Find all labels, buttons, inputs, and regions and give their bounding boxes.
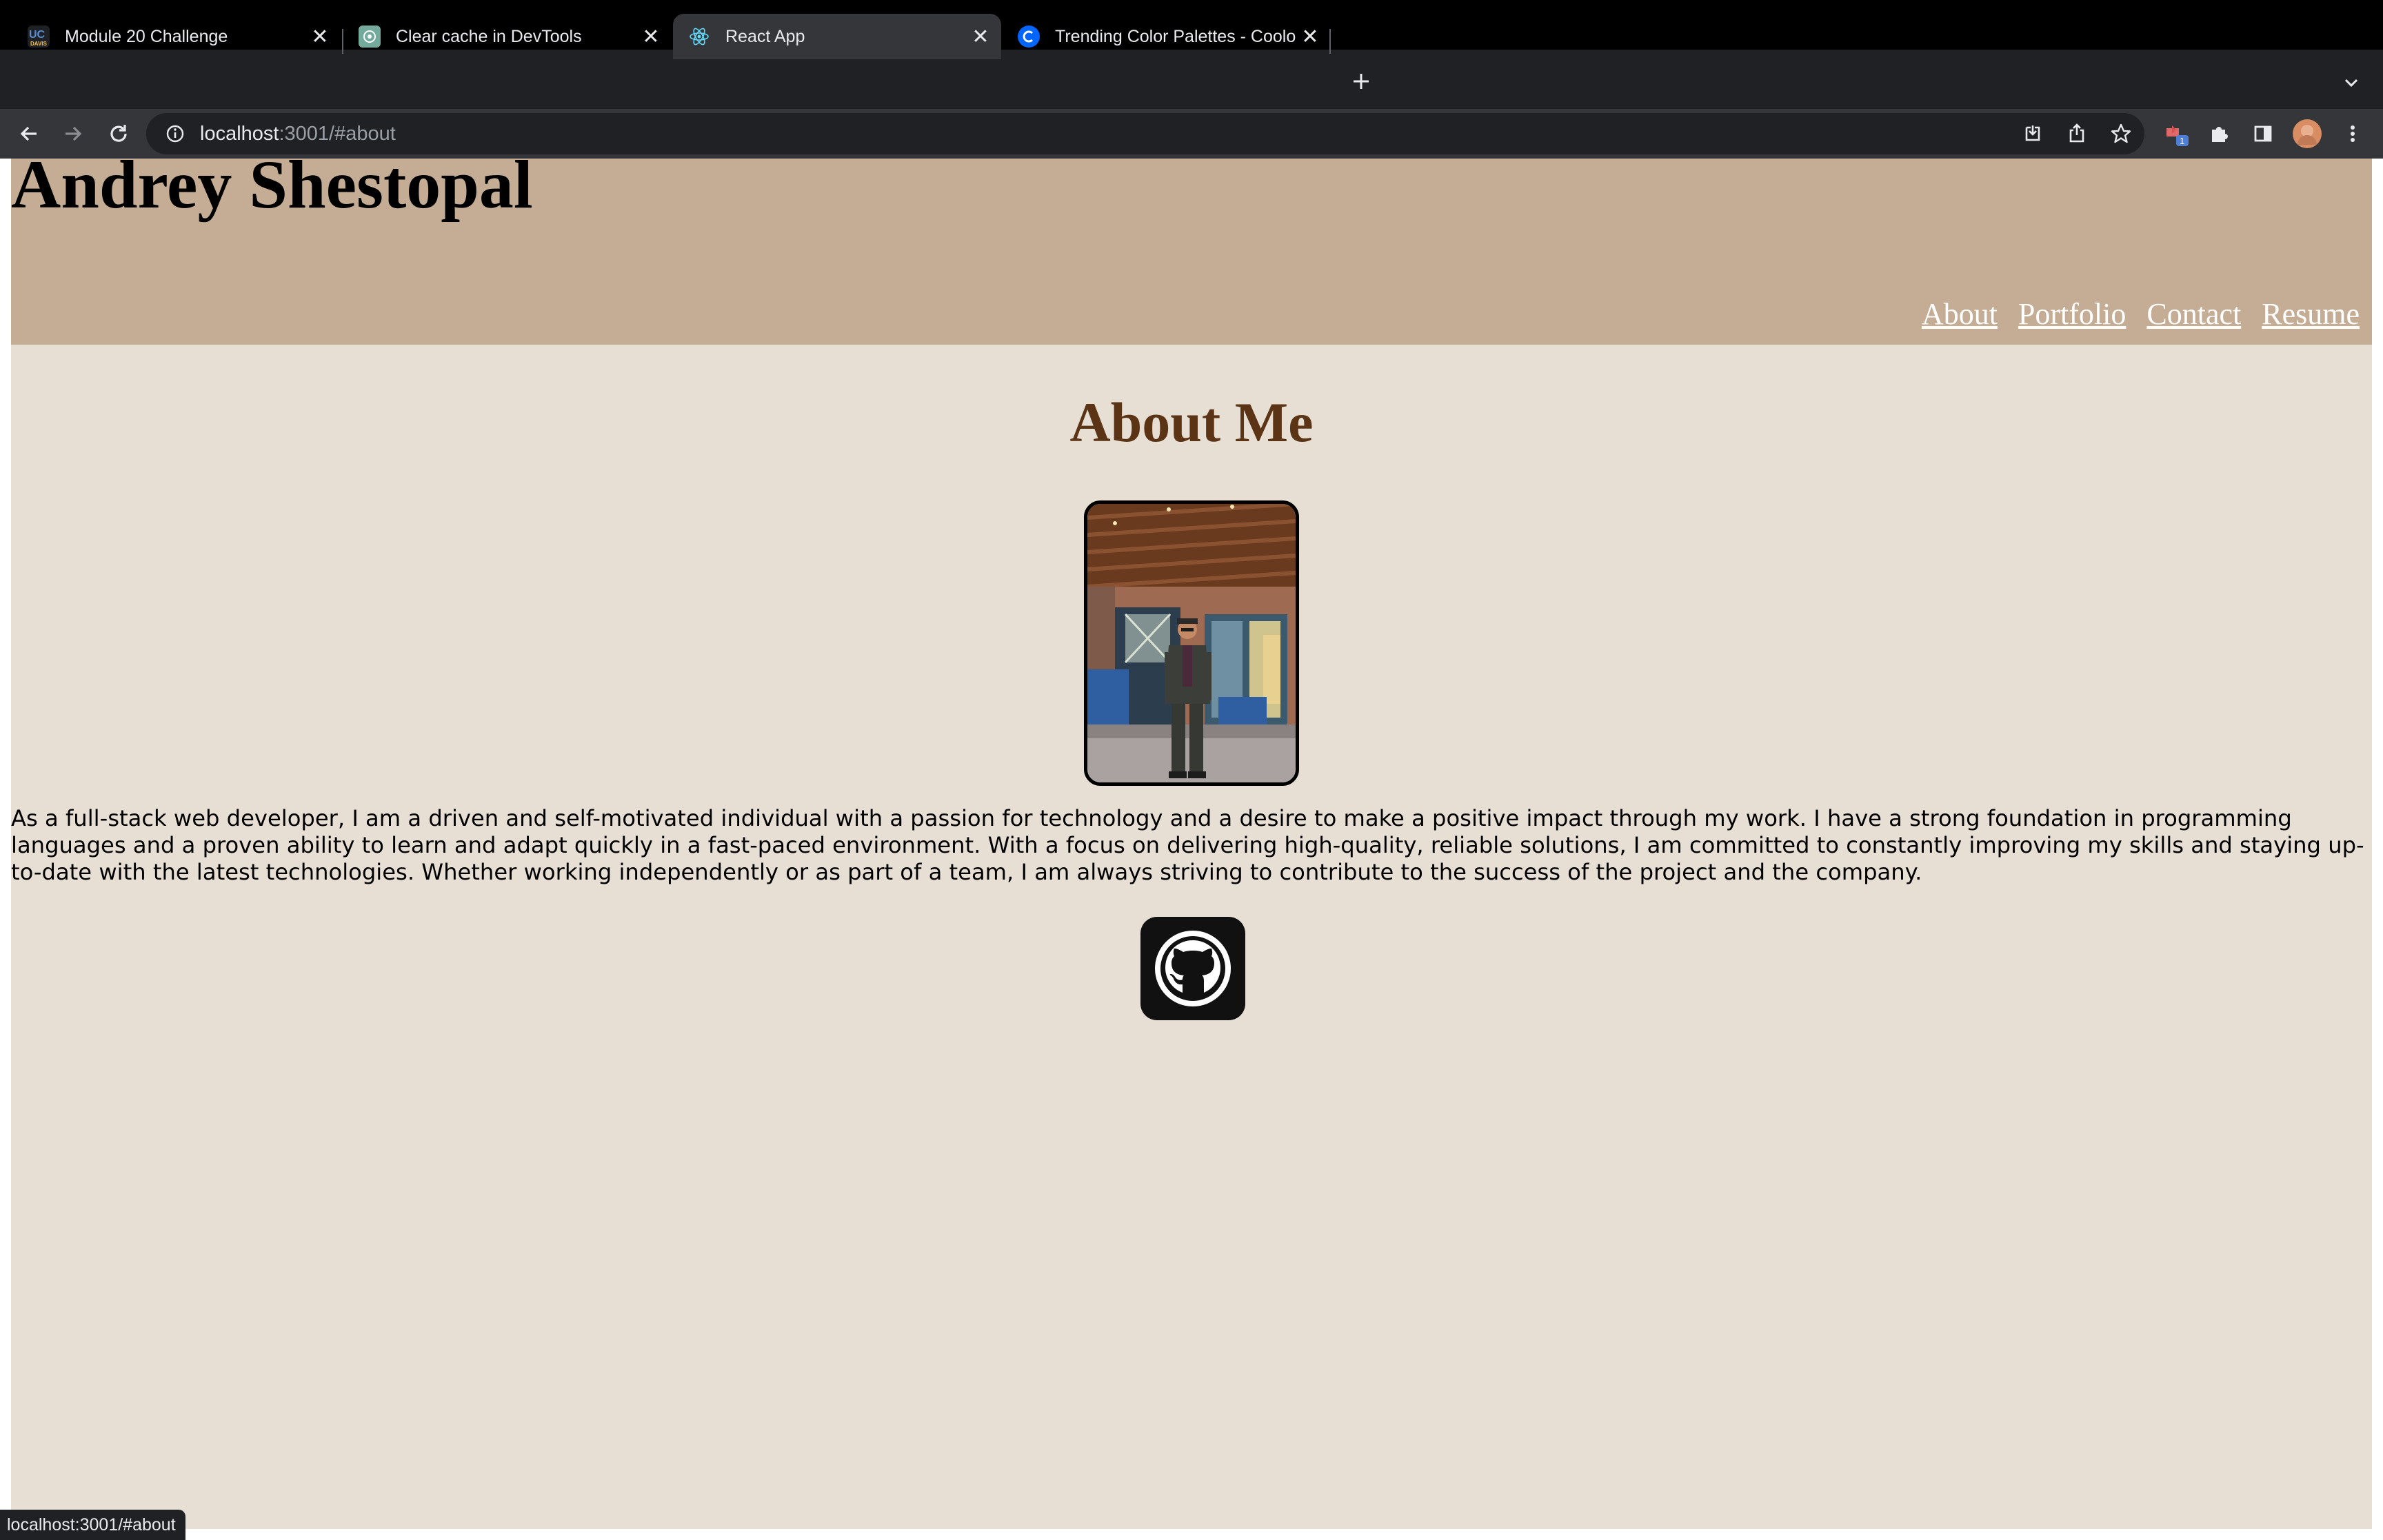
side-panel-icon <box>2254 125 2272 142</box>
star-icon <box>2111 123 2131 143</box>
site-nav: About Portfolio Contact Resume <box>1922 296 2360 332</box>
nav-link-portfolio[interactable]: Portfolio <box>2018 296 2126 332</box>
back-button[interactable] <box>14 119 44 149</box>
screen: UC DAVIS Module 20 Challenge ✕ Clear cach… <box>0 0 2383 1540</box>
svg-text:UC: UC <box>29 29 46 41</box>
chrome-menu-button[interactable] <box>2337 119 2368 149</box>
share-button[interactable] <box>2062 119 2092 149</box>
uc-logo-icon: UC DAVIS <box>28 26 50 48</box>
close-icon[interactable]: ✕ <box>306 23 334 50</box>
github-link[interactable] <box>1140 917 1245 1020</box>
react-icon <box>688 26 710 48</box>
plus-icon <box>1354 74 1369 89</box>
address-bar[interactable]: localhost:3001/#about <box>146 113 2144 154</box>
new-tab-button[interactable] <box>1346 66 1376 97</box>
site-header: Andrey Shestopal About Portfolio Contact… <box>11 159 2372 345</box>
tab-title: Clear cache in DevTools <box>396 26 582 46</box>
url-host: localhost <box>200 122 279 145</box>
github-icon <box>1155 931 1231 1006</box>
tab-title: React App <box>725 26 805 46</box>
nav-link-resume[interactable]: Resume <box>2262 296 2360 332</box>
about-heading: About Me <box>1069 391 1314 454</box>
coolors-icon <box>1018 26 1040 48</box>
tab-search-button[interactable] <box>2337 69 2365 97</box>
tab-title: Module 20 Challenge <box>65 26 228 46</box>
tab-module-20-challenge[interactable]: UC DAVIS Module 20 Challenge ✕ <box>12 14 341 59</box>
profile-photo <box>1084 500 1299 786</box>
reload-icon <box>110 125 127 142</box>
info-icon[interactable] <box>165 124 185 143</box>
url-path: :3001/#about <box>279 122 396 145</box>
side-panel-button[interactable] <box>2248 119 2278 149</box>
close-icon[interactable]: ✕ <box>967 23 994 50</box>
share-icon <box>2069 123 2084 143</box>
more-vert-icon <box>2351 125 2355 142</box>
tab-coolors[interactable]: Trending Color Palettes - Coolors ✕ <box>1003 14 1331 59</box>
tab-clear-cache[interactable]: Clear cache in DevTools ✕ <box>343 14 672 59</box>
web-page: Andrey Shestopal About Portfolio Contact… <box>11 159 2372 1529</box>
tab-separator <box>1329 29 1331 54</box>
status-bubble: localhost:3001/#about <box>0 1510 185 1540</box>
arrow-right-icon <box>66 126 82 141</box>
install-app-button[interactable] <box>2018 119 2048 149</box>
forward-button[interactable] <box>58 119 88 149</box>
svg-text:1: 1 <box>2180 136 2184 146</box>
tab-title: Trending Color Palettes - Coolors <box>1055 26 1296 46</box>
url-text[interactable]: localhost:3001/#about <box>200 123 396 145</box>
nav-link-about[interactable]: About <box>1922 296 1998 332</box>
bookmark-button[interactable] <box>2106 119 2136 149</box>
extension-badge-icon: 1 <box>2166 125 2189 146</box>
profile-button[interactable] <box>2292 119 2322 149</box>
arrow-left-icon <box>20 126 37 141</box>
svg-text:DAVIS: DAVIS <box>30 41 48 47</box>
close-icon[interactable]: ✕ <box>1296 23 1324 50</box>
puzzle-icon <box>2212 127 2228 142</box>
reload-button[interactable] <box>103 119 134 149</box>
extension-button[interactable]: 1 <box>2162 119 2193 149</box>
extensions-button[interactable] <box>2204 119 2234 149</box>
chevron-down-icon <box>2344 79 2358 88</box>
close-icon[interactable]: ✕ <box>637 23 665 50</box>
chatgpt-icon <box>359 26 381 48</box>
bio-paragraph: As a full-stack web developer, I am a dr… <box>11 805 2364 885</box>
install-icon <box>2025 125 2040 141</box>
avatar <box>2293 119 2322 148</box>
tab-react-app[interactable]: React App ✕ <box>673 14 1001 59</box>
site-name: Andrey Shestopal <box>11 159 533 223</box>
nav-link-contact[interactable]: Contact <box>2146 296 2241 332</box>
